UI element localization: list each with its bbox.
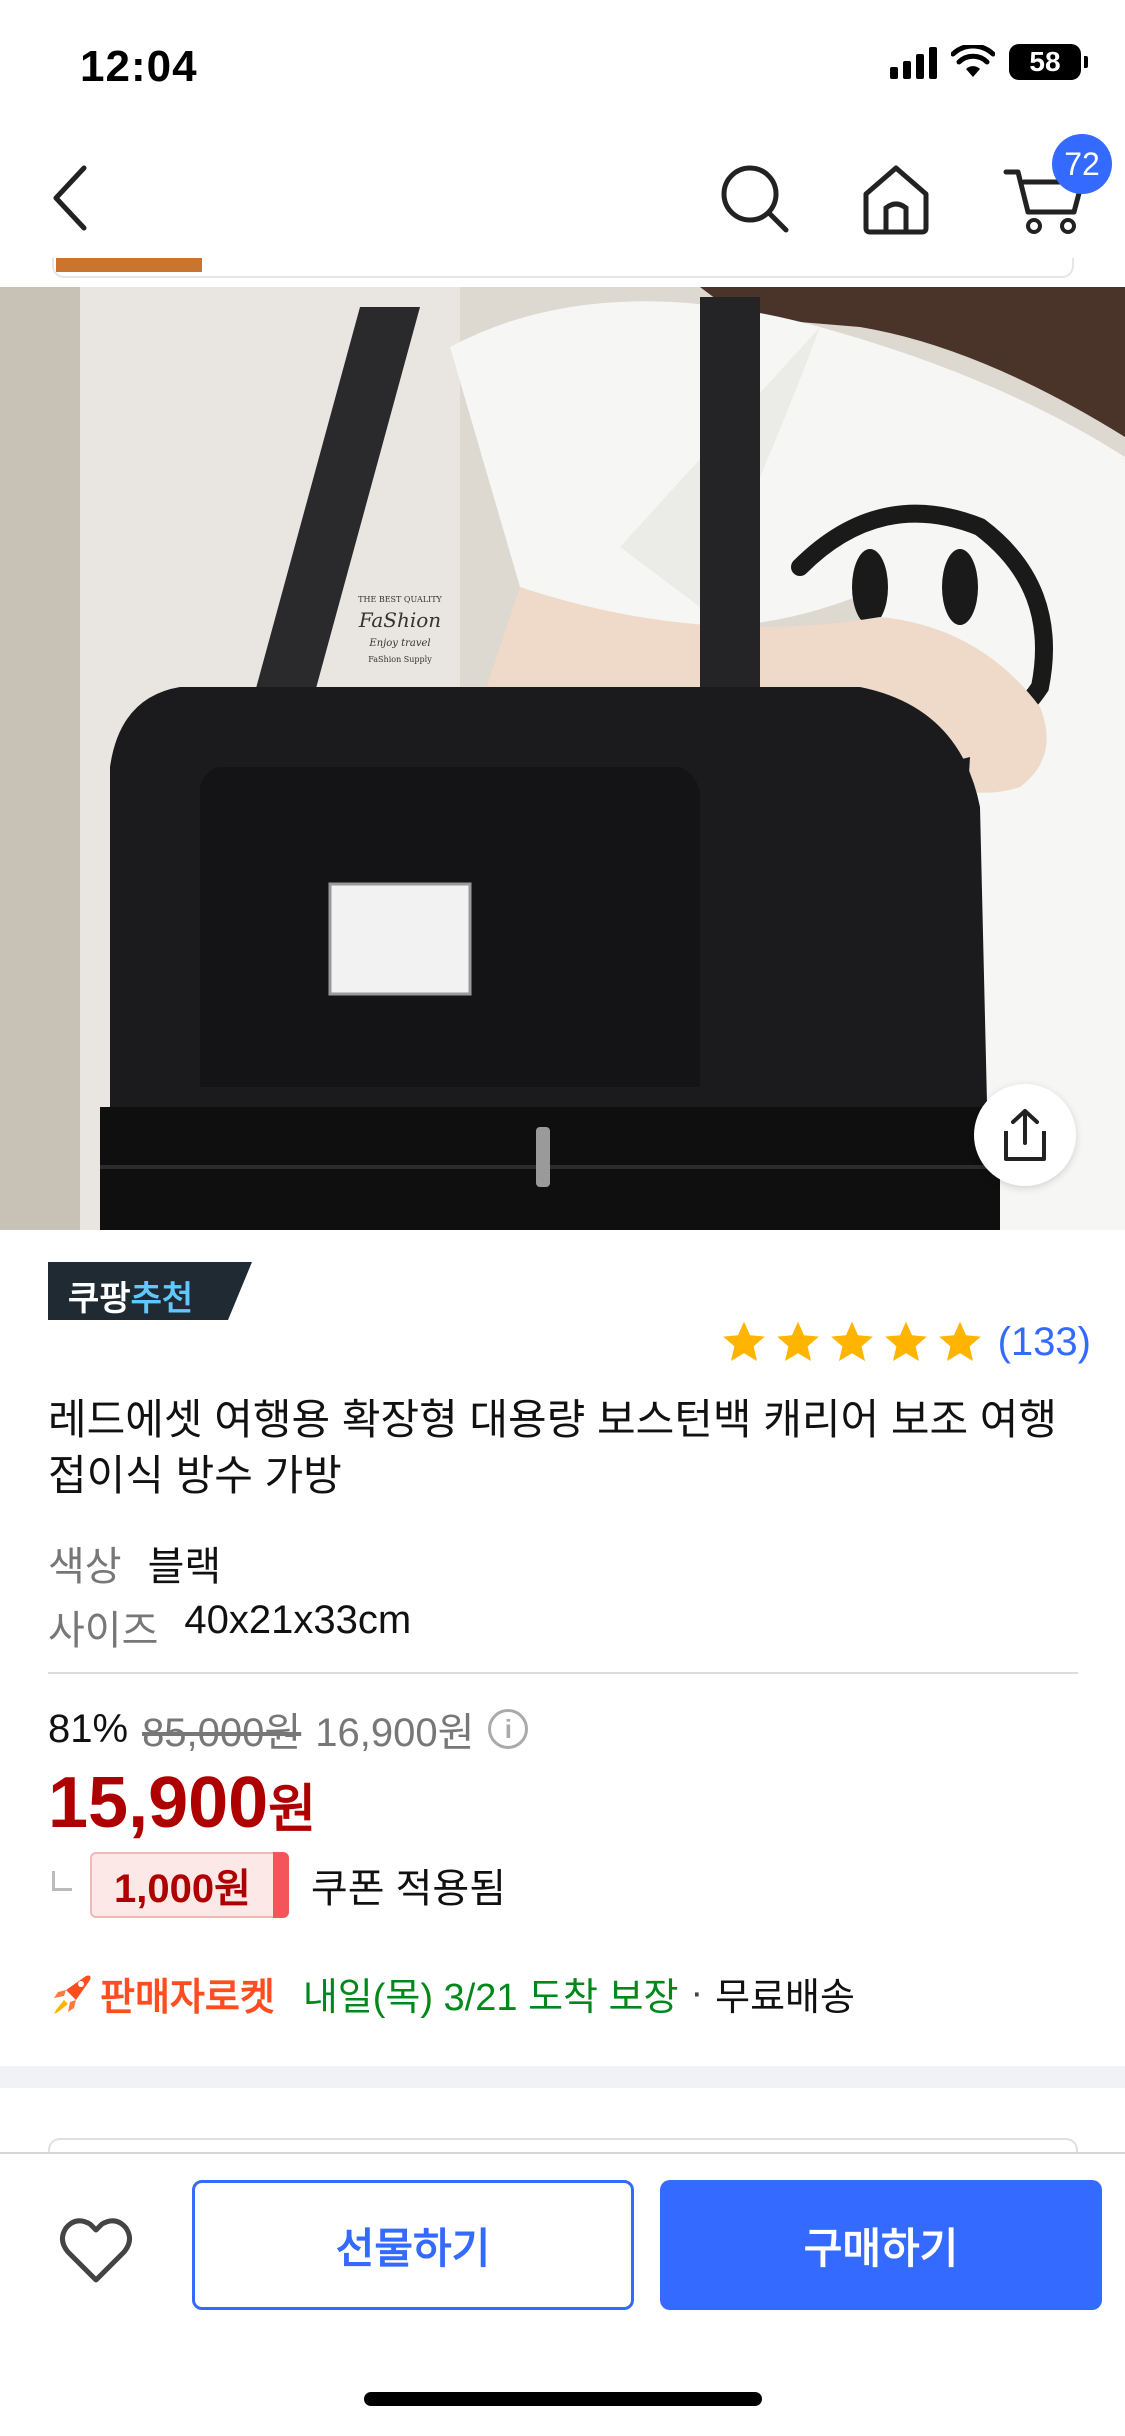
- status-icons: 58: [890, 44, 1088, 80]
- thumbnail-strip[interactable]: [52, 258, 1074, 278]
- option-value: 40x21x33cm: [184, 1598, 412, 1642]
- coupon-chip: 1,000원: [90, 1852, 289, 1918]
- badge-accent-text: 추천: [130, 1280, 194, 1318]
- seller-rocket-label: 판매자로켓: [100, 1977, 275, 2019]
- original-price: 85,000원: [142, 1711, 302, 1755]
- product-title: 레드에셋 여행용 확장형 대용량 보스턴백 캐리어 보조 여행 접이식 방수 가…: [48, 1396, 1058, 1499]
- option-value: 블랙: [147, 1545, 222, 1589]
- gift-button[interactable]: 선물하기: [192, 2180, 634, 2310]
- rocket-icon: [54, 1975, 91, 2014]
- status-time: 12:04: [80, 42, 198, 91]
- sale-price: 16,900원: [315, 1711, 475, 1755]
- rating[interactable]: (133): [720, 1318, 1091, 1366]
- cart-count-badge[interactable]: 72: [1052, 134, 1112, 194]
- label-line: FaShion: [358, 608, 442, 632]
- star-icon: [830, 1321, 873, 1361]
- label-line: THE BEST QUALITY: [358, 595, 442, 604]
- option-label: 색상: [48, 1545, 122, 1589]
- final-price: 15,900원: [48, 1758, 316, 1855]
- final-price-amount: 15,900: [48, 1763, 269, 1843]
- nav-bar: [0, 130, 1125, 260]
- divider: [48, 1672, 1078, 1674]
- coupon-applied-text: 쿠폰 적용됨: [310, 1867, 507, 1911]
- info-icon[interactable]: i: [488, 1709, 529, 1749]
- discount-rate: 81%: [48, 1706, 129, 1751]
- price-summary: 81% 85,000원 16,900원 i: [48, 1700, 529, 1758]
- heart-icon[interactable]: [56, 2214, 136, 2288]
- delivery-info: 판매자로켓 내일(목) 3/21 도착 보장 · 무료배송: [48, 1966, 855, 2021]
- star-icon: [776, 1321, 819, 1361]
- label-line: Enjoy travel: [369, 638, 431, 649]
- search-icon[interactable]: [716, 158, 792, 238]
- option-label: 사이즈: [48, 1609, 159, 1653]
- share-icon: [1004, 1109, 1046, 1161]
- corner-icon: [52, 1871, 72, 1891]
- separator: ·: [690, 1972, 704, 2014]
- wifi-icon: [951, 45, 995, 77]
- coupon-row: 1,000원 쿠폰 적용됨: [52, 1852, 506, 1918]
- buy-button[interactable]: 구매하기: [660, 2180, 1102, 2310]
- label-line: FaShion Supply: [368, 655, 432, 664]
- home-indicator[interactable]: [364, 2392, 762, 2406]
- review-count-link[interactable]: (133): [998, 1320, 1091, 1365]
- share-button[interactable]: [974, 1084, 1076, 1186]
- thumbnail-item[interactable]: [56, 258, 202, 272]
- star-rating: [720, 1318, 984, 1366]
- home-icon[interactable]: [858, 158, 934, 238]
- arrival-guarantee: 내일(목) 3/21 도착 보장: [302, 1977, 679, 2019]
- status-bar: 12:04 58: [0, 0, 1125, 130]
- section-separator: [0, 2066, 1125, 2088]
- free-shipping: 무료배송: [715, 1977, 855, 2019]
- final-price-unit: 원: [268, 1781, 317, 1839]
- bag-label-text: THE BEST QUALITY FaShion Enjoy travel Fa…: [336, 595, 464, 664]
- product-image[interactable]: THE BEST QUALITY FaShion Enjoy travel Fa…: [0, 287, 1125, 1230]
- back-arrow-icon[interactable]: [40, 158, 100, 238]
- star-icon: [938, 1321, 981, 1361]
- star-icon: [884, 1321, 927, 1361]
- product-photo: [0, 287, 1125, 1230]
- badge-main-text: 쿠팡: [68, 1280, 131, 1318]
- star-icon: [722, 1321, 765, 1361]
- option-color: 색상 블랙: [48, 1534, 221, 1592]
- cellular-signal-icon: [890, 45, 937, 79]
- battery-icon: 58: [1009, 44, 1088, 80]
- coupang-recommend-badge: 쿠팡추천: [48, 1262, 252, 1320]
- option-size: 사이즈 40x21x33cm: [48, 1598, 411, 1656]
